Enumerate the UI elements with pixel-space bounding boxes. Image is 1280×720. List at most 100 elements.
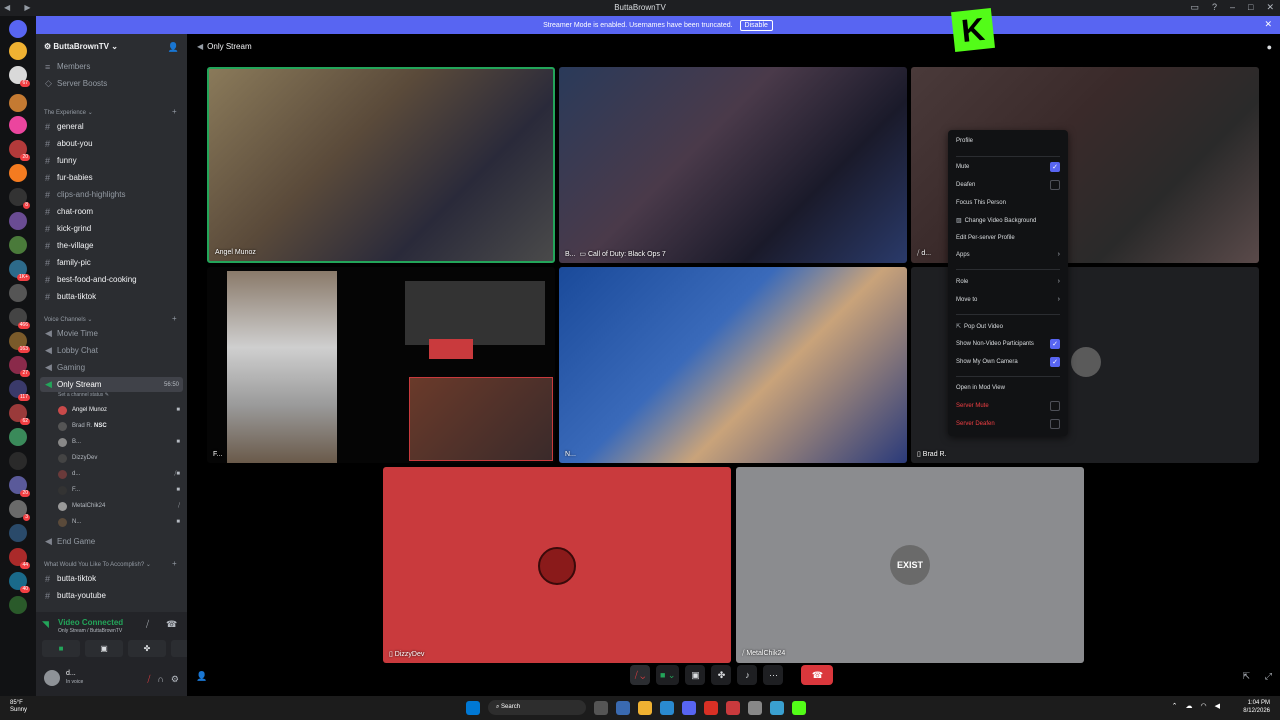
channel-butta-tiktok[interactable]: # butta-tiktok bbox=[40, 289, 183, 304]
discord-home-icon[interactable] bbox=[9, 20, 27, 38]
clock[interactable]: 1:04 PM 8/12/2026 bbox=[1243, 699, 1270, 715]
voice-user[interactable]: Brad R. NSC bbox=[58, 419, 180, 433]
video-tile-n[interactable]: N... bbox=[559, 267, 907, 463]
channel-clips-and-highlights[interactable]: # clips-and-highlights bbox=[40, 187, 183, 202]
invite-icon[interactable]: 👤 bbox=[168, 42, 179, 53]
volume-icon[interactable]: ◀ bbox=[1215, 702, 1220, 710]
menu-move-to[interactable]: Move to › bbox=[956, 296, 1060, 303]
voice-user[interactable]: N... ■ bbox=[58, 515, 180, 529]
voice-channel-lobby-chat[interactable]: ◀ Lobby Chat bbox=[40, 343, 183, 358]
server-icon[interactable] bbox=[9, 164, 27, 182]
voice-user[interactable]: F... ■ bbox=[58, 483, 180, 497]
channel-kick-grind[interactable]: # kick-grind bbox=[40, 221, 183, 236]
chat-icon[interactable]: ● bbox=[1267, 42, 1272, 52]
server-icon[interactable] bbox=[9, 236, 27, 254]
mute-mic-icon[interactable]: ⧸ bbox=[147, 674, 150, 685]
help-icon[interactable]: ? bbox=[1212, 2, 1217, 13]
add-channel-icon[interactable]: + bbox=[172, 107, 177, 116]
members-item[interactable]: ≡ Members bbox=[40, 59, 183, 74]
menu-show-my-camera[interactable]: Show My Own Camera ✓ bbox=[956, 357, 1060, 367]
share-screen-button[interactable]: ▣ bbox=[685, 665, 706, 685]
channel-fur-babies[interactable]: # fur-babies bbox=[40, 170, 183, 185]
menu-focus-person[interactable]: Focus This Person bbox=[956, 200, 1060, 206]
category-accomplish[interactable]: What Would You Like To Accomplish? ⌄ + bbox=[44, 559, 177, 568]
menu-change-video-background[interactable]: ▨ Change Video Background bbox=[956, 217, 1060, 224]
voice-user[interactable]: DizzyDev bbox=[58, 451, 180, 465]
kick-taskbar-icon[interactable] bbox=[792, 700, 806, 715]
menu-server-mute[interactable]: Server Mute bbox=[956, 401, 1060, 411]
wifi-icon[interactable]: ◠ bbox=[1201, 702, 1207, 710]
server-icon[interactable] bbox=[9, 452, 27, 470]
chrome-icon[interactable] bbox=[704, 700, 718, 715]
settings-taskbar-icon[interactable] bbox=[748, 700, 762, 715]
voice-user[interactable]: MetalChik24 ⧸ bbox=[58, 499, 180, 513]
app-icon[interactable] bbox=[770, 700, 784, 715]
pop-out-icon[interactable]: ⇱ bbox=[1242, 671, 1250, 682]
non-video-checkbox[interactable]: ✓ bbox=[1050, 339, 1060, 349]
category-voice-channels[interactable]: Voice Channels ⌄ + bbox=[44, 314, 177, 323]
taskbar-search[interactable]: ⌕ Search bbox=[488, 700, 586, 715]
activities-button[interactable]: ✤ bbox=[128, 640, 166, 657]
menu-open-mod-view[interactable]: Open in Mod View bbox=[956, 385, 1060, 391]
server-icon[interactable]: 163 bbox=[9, 332, 30, 353]
voice-channel-movie-time[interactable]: ◀ Movie Time bbox=[40, 326, 183, 341]
channel-chat-room[interactable]: # chat-room bbox=[40, 204, 183, 219]
activities-button[interactable]: ✤ bbox=[711, 665, 732, 685]
video-tile-angel-munoz[interactable]: Angel Munoz bbox=[207, 67, 555, 263]
channel-butta-tiktok-2[interactable]: # butta-tiktok bbox=[40, 571, 183, 586]
maximize-icon[interactable]: □ bbox=[1248, 2, 1253, 13]
cloud-icon[interactable]: ☁ bbox=[1186, 702, 1193, 710]
server-icon[interactable]: 20 bbox=[9, 476, 30, 497]
server-icon[interactable]: 466 bbox=[9, 308, 30, 329]
channel-general[interactable]: # general bbox=[40, 119, 183, 134]
server-icon[interactable]: 20 bbox=[9, 140, 30, 161]
avatar[interactable] bbox=[44, 670, 60, 686]
mute-checkbox[interactable]: ✓ bbox=[1050, 162, 1060, 172]
server-icon[interactable]: 44 bbox=[9, 548, 30, 569]
discord-taskbar-icon[interactable] bbox=[682, 700, 696, 715]
server-icon[interactable]: 8 bbox=[9, 188, 30, 209]
channel-butta-youtube[interactable]: # butta-youtube bbox=[40, 588, 183, 603]
channel-family-pic[interactable]: # family-pic bbox=[40, 255, 183, 270]
deafen-checkbox[interactable] bbox=[1050, 180, 1060, 190]
noise-suppression-icon[interactable]: ⧸ bbox=[146, 619, 149, 630]
headphones-icon[interactable]: ∩ bbox=[157, 674, 163, 685]
voice-user[interactable]: Angel Munoz ■ bbox=[58, 403, 180, 417]
channel-funny[interactable]: # funny bbox=[40, 153, 183, 168]
menu-role[interactable]: Role › bbox=[956, 278, 1060, 285]
camera-button[interactable]: ■ ⌄ bbox=[656, 665, 680, 685]
server-icon[interactable]: 62 bbox=[9, 404, 30, 425]
minimize-icon[interactable]: – bbox=[1230, 2, 1235, 13]
app-icon[interactable] bbox=[726, 700, 740, 715]
server-icon[interactable]: 27 bbox=[9, 356, 30, 377]
menu-mute[interactable]: Mute ✓ bbox=[956, 162, 1060, 172]
channel-about-you[interactable]: # about-you bbox=[40, 136, 183, 151]
server-icon[interactable] bbox=[9, 116, 27, 134]
menu-server-deafen[interactable]: Server Deafen bbox=[956, 419, 1060, 429]
share-screen-button[interactable]: ▣ bbox=[85, 640, 123, 657]
start-icon[interactable] bbox=[466, 700, 480, 715]
server-icon[interactable]: 117 bbox=[9, 380, 30, 401]
server-icon[interactable] bbox=[9, 428, 27, 446]
channel-status-hint[interactable]: Set a channel status ✎ bbox=[58, 392, 109, 398]
banner-close-icon[interactable]: ✕ bbox=[1264, 19, 1272, 30]
server-boosts-item[interactable]: ◇ Server Boosts bbox=[40, 76, 183, 91]
server-icon[interactable] bbox=[9, 284, 27, 302]
video-tile-dizzydev[interactable]: ▯ DizzyDev bbox=[383, 467, 731, 663]
own-camera-checkbox[interactable]: ✓ bbox=[1050, 357, 1060, 367]
voice-user[interactable]: d... ⧸■ bbox=[58, 467, 180, 481]
fullscreen-icon[interactable]: ⤢ bbox=[1265, 671, 1272, 682]
store-icon[interactable] bbox=[616, 700, 630, 715]
voice-user[interactable]: B... ■ bbox=[58, 435, 180, 449]
menu-pop-out-video[interactable]: ⇱ Pop Out Video bbox=[956, 323, 1060, 330]
voice-channel-end-game[interactable]: ◀ End Game bbox=[40, 534, 183, 549]
invite-icon[interactable]: 👤 bbox=[196, 671, 207, 682]
menu-profile[interactable]: Profile bbox=[956, 138, 1060, 144]
menu-deafen[interactable]: Deafen bbox=[956, 180, 1060, 190]
server-deafen-checkbox[interactable] bbox=[1050, 419, 1060, 429]
menu-edit-profile[interactable]: Edit Per-server Profile bbox=[956, 235, 1060, 241]
soundboard-button[interactable]: ♪ bbox=[737, 665, 758, 685]
server-icon[interactable] bbox=[9, 94, 27, 112]
channel-the-village[interactable]: # the-village bbox=[40, 238, 183, 253]
camera-button[interactable]: ■ bbox=[42, 640, 80, 657]
